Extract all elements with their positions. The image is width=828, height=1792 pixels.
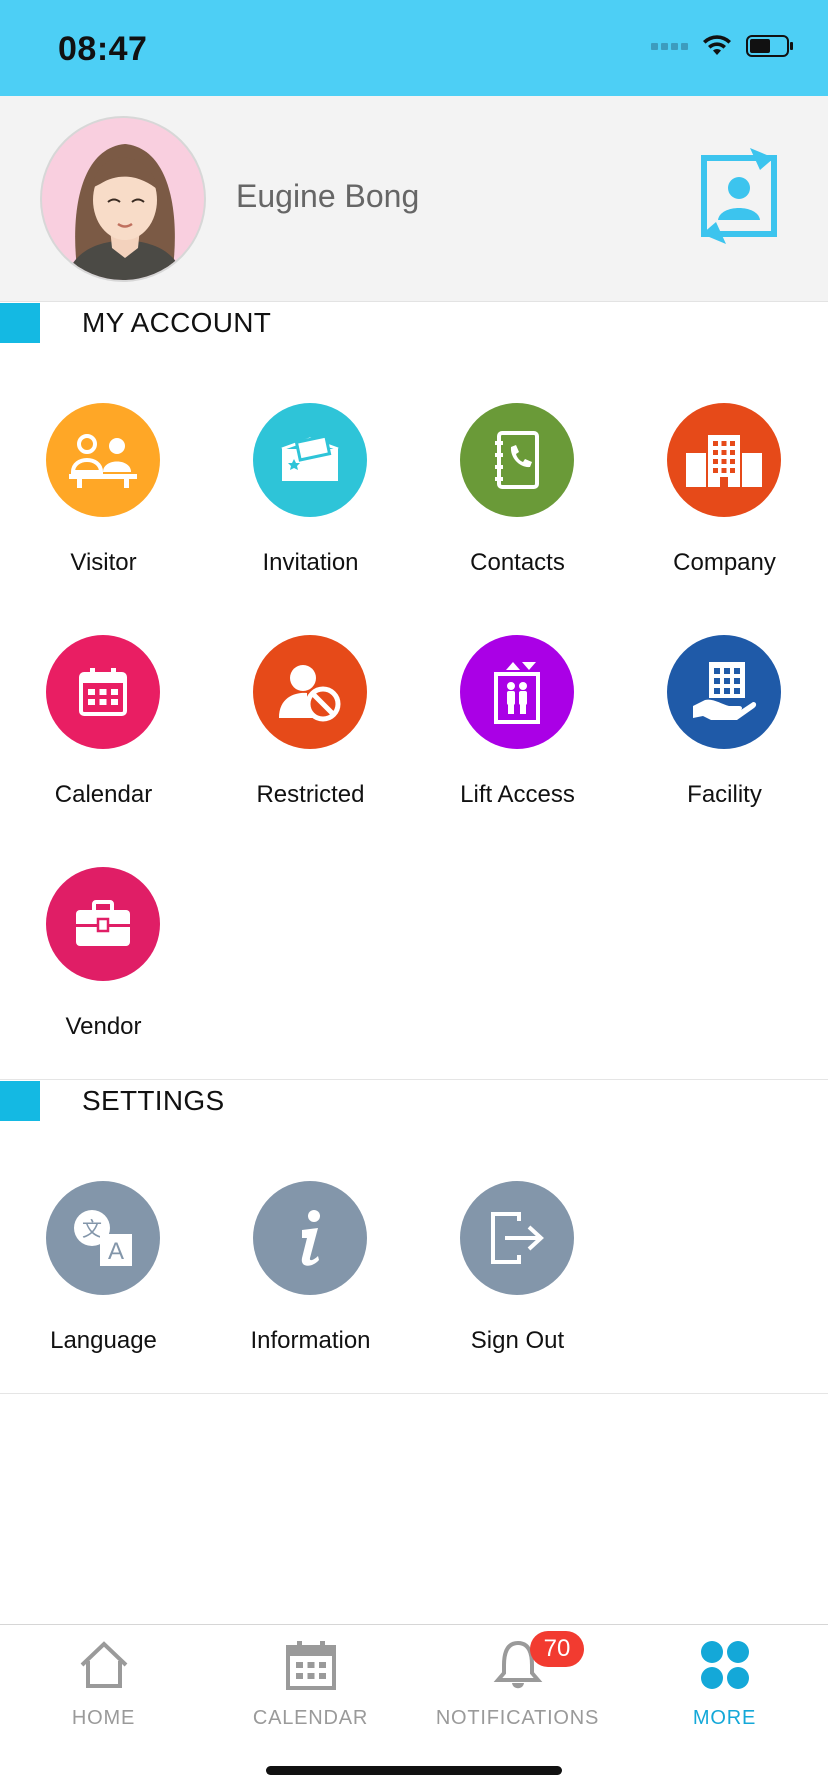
facility-tile[interactable]: Facility [621,635,828,825]
vendor-label: Vendor [65,1013,142,1040]
battery-icon [746,35,793,57]
tab-label: HOME [71,1707,136,1729]
tab-calendar[interactable]: CALENDAR [207,1625,414,1735]
visitor-label: Visitor [70,549,137,576]
vendor-tile[interactable]: Vendor [0,867,207,1057]
information-tile[interactable]: Information [207,1181,414,1371]
calendar-tile[interactable]: Calendar [0,635,207,825]
section-divider [0,1393,828,1394]
facility-label: Facility [687,781,762,808]
tab-home[interactable]: HOME [0,1625,207,1735]
svg-text:A: A [108,1238,124,1265]
calendar-label: Calendar [54,781,153,808]
sign-out-label: Sign Out [470,1327,565,1354]
svg-text:文: 文 [82,1217,102,1241]
switch-account-button[interactable] [690,144,786,248]
tab-label: NOTIFICATIONS [435,1707,600,1729]
restricted-label: Restricted [256,781,365,808]
information-icon [253,1181,367,1295]
vendor-icon [46,867,160,981]
signal-icon [651,42,688,50]
home-icon [80,1641,128,1688]
language-icon: 文 A [46,1181,160,1295]
status-time: 08:47 [58,30,148,68]
profile-name: Eugine Bong [236,178,420,214]
more-icon [701,1641,749,1689]
section-title: MY ACCOUNT [82,307,272,338]
contacts-label: Contacts [470,549,565,576]
section-title: SETTINGS [82,1085,225,1116]
information-label: Information [250,1327,371,1354]
notification-badge: 70 [530,1631,584,1667]
section-accent-bar [0,1081,40,1121]
language-label: Language [50,1327,157,1354]
calendar-icon [46,635,160,749]
my-account-section-header: MY ACCOUNT [0,303,828,345]
home-indicator [266,1766,562,1775]
lift-icon [460,635,574,749]
restricted-icon [253,635,367,749]
wifi-icon [703,35,731,55]
restricted-tile[interactable]: Restricted [207,635,414,825]
profile-header: Eugine Bong [0,96,828,302]
tab-notifications[interactable]: 70 NOTIFICATIONS [414,1625,621,1735]
status-bar: 08:47 [0,0,828,96]
settings-section-header: SETTINGS [0,1081,828,1123]
status-icons [651,34,794,58]
company-icon [667,403,781,517]
switch-account-icon [701,148,777,244]
visitor-tile[interactable]: Visitor [0,403,207,593]
tab-more[interactable]: MORE [621,1625,828,1735]
visitor-icon [46,403,160,517]
company-label: Company [673,549,776,576]
lift-access-label: Lift Access [460,781,575,808]
tab-label: MORE [692,1707,757,1729]
invitation-icon [253,403,367,517]
contacts-icon [460,403,574,517]
section-accent-bar [0,303,40,343]
avatar[interactable] [40,116,206,282]
invitation-tile[interactable]: Invitation [207,403,414,593]
calendar-tab-icon [286,1641,336,1690]
invitation-label: Invitation [262,549,359,576]
company-tile[interactable]: Company [621,403,828,593]
facility-icon [667,635,781,749]
contacts-tile[interactable]: Contacts [414,403,621,593]
avatar-illustration [65,144,185,280]
sign-out-tile[interactable]: Sign Out [414,1181,621,1371]
tab-label: CALENDAR [252,1707,369,1729]
language-tile[interactable]: 文 A Language [0,1181,207,1371]
lift-access-tile[interactable]: Lift Access [414,635,621,825]
section-divider [0,1079,828,1080]
sign-out-icon [460,1181,574,1295]
